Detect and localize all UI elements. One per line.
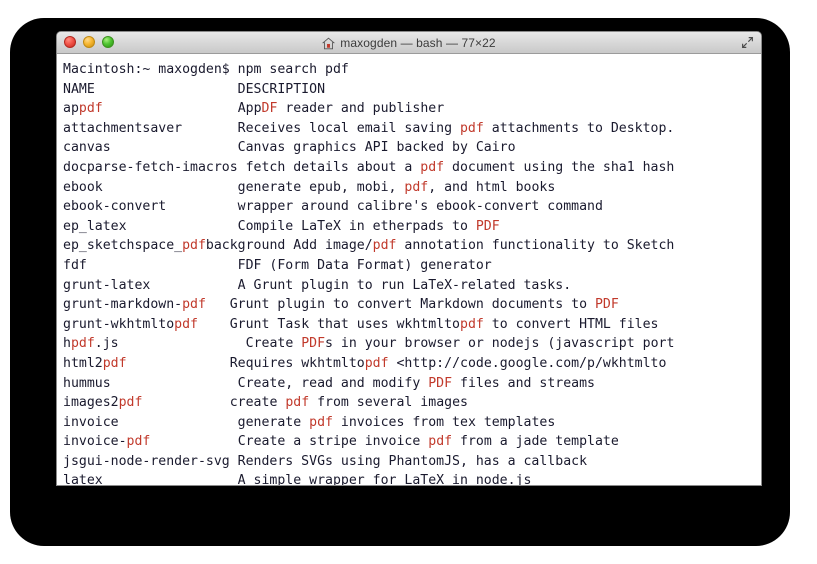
terminal-text: NAME DESCRIPTION xyxy=(63,81,326,97)
terminal-text: from several images xyxy=(309,395,468,411)
highlighted-match: PDF xyxy=(428,375,453,391)
highlighted-match: DF xyxy=(261,101,278,117)
terminal-text: invoices from tex templates xyxy=(332,414,556,430)
terminal-text: attachmentsaver Receives local email sav… xyxy=(63,120,460,136)
terminal-text: hummus Create, read and modify xyxy=(63,375,429,391)
terminal-text: background Add image/ xyxy=(205,238,373,254)
terminal-text: html2 xyxy=(63,355,103,371)
highlighted-match: pdf xyxy=(459,120,484,136)
terminal-line: ep_sketchspace_pdfbackground Add image/p… xyxy=(63,236,761,256)
terminal-line: html2pdf Requires wkhtmltopdf <http://co… xyxy=(63,354,761,374)
terminal-text: , and html books xyxy=(428,179,556,195)
terminal-text: to convert HTML files xyxy=(483,316,659,332)
terminal-line: grunt-wkhtmltopdf Grunt Task that uses w… xyxy=(63,315,761,335)
highlighted-match: pdf xyxy=(102,355,127,371)
terminal-text: reader and publisher xyxy=(277,101,445,117)
terminal-text: files and streams xyxy=(452,375,595,391)
terminal-window: maxogden — bash — 77×22 Macintosh:~ maxo… xyxy=(56,31,762,486)
terminal-text: grunt-markdown- xyxy=(63,297,183,313)
terminal-text: Grunt Task that uses wkhtmlto xyxy=(197,316,460,332)
terminal-line: Macintosh:~ maxogden$ npm search pdf xyxy=(63,60,761,80)
terminal-line: jsgui-node-render-svg Renders SVGs using… xyxy=(63,452,761,472)
terminal-text: ebook-convert wrapper around calibre's e… xyxy=(63,199,603,215)
terminal-text: <http://code.google.com/p/wkhtmlto xyxy=(388,355,667,371)
terminal-text: canvas Canvas graphics API backed by Cai… xyxy=(63,140,516,156)
terminal-line: invoice-pdf Create a stripe invoice pdf … xyxy=(63,432,761,452)
highlighted-match: pdf xyxy=(182,297,206,313)
terminal-line: grunt-markdown-pdf Grunt plugin to conve… xyxy=(63,295,761,315)
highlighted-match: pdf xyxy=(309,414,333,430)
highlighted-match: PDF xyxy=(301,336,326,352)
terminal-line: attachmentsaver Receives local email sav… xyxy=(63,119,761,139)
terminal-line: ep_latex Compile LaTeX in etherpads to P… xyxy=(63,217,761,237)
terminal-line: hpdf.js Create PDFs in your browser or n… xyxy=(63,334,761,354)
fullscreen-arrows-icon[interactable] xyxy=(741,36,754,49)
terminal-line: grunt-latex A Grunt plugin to run LaTeX-… xyxy=(63,276,761,296)
highlighted-match: pdf xyxy=(420,159,445,175)
highlighted-match: pdf xyxy=(460,316,484,332)
highlighted-match: PDF xyxy=(475,218,500,234)
highlighted-match: pdf xyxy=(285,395,310,411)
terminal-text: h xyxy=(63,336,71,352)
terminal-line: canvas Canvas graphics API backed by Cai… xyxy=(63,138,761,158)
terminal-line: docparse-fetch-imacros fetch details abo… xyxy=(63,158,761,178)
terminal-line: appdf AppDF reader and publisher xyxy=(63,99,761,119)
highlighted-match: pdf xyxy=(126,434,151,450)
terminal-text: annotation functionality to Sketch xyxy=(396,238,675,254)
highlighted-match: PDF xyxy=(594,297,619,313)
highlighted-match: pdf xyxy=(428,434,453,450)
terminal-text: ap xyxy=(63,101,79,117)
window-titlebar[interactable]: maxogden — bash — 77×22 xyxy=(57,32,761,54)
window-title-area: maxogden — bash — 77×22 xyxy=(57,32,761,54)
highlighted-match: pdf xyxy=(118,395,143,411)
terminal-text: fdf FDF (Form Data Format) generator xyxy=(63,257,492,273)
terminal-output[interactable]: Macintosh:~ maxogden$ npm search pdf NAME… xyxy=(57,54,761,486)
terminal-text: latex A simple wrapper for LaTeX in node… xyxy=(63,473,532,486)
highlighted-match: pdf xyxy=(70,336,95,352)
highlighted-match: pdf xyxy=(182,238,206,254)
terminal-text: Grunt plugin to convert Markdown documen… xyxy=(205,297,595,313)
terminal-text: Requires wkhtmlto xyxy=(126,355,365,371)
highlighted-match: pdf xyxy=(404,179,429,195)
terminal-line: images2pdf create pdf from several image… xyxy=(63,393,761,413)
terminal-text: document using the sha1 hash xyxy=(444,159,675,175)
terminal-text: .js Create xyxy=(94,336,302,352)
window-title-text: maxogden — bash — 77×22 xyxy=(340,36,496,50)
terminal-text: grunt-latex A Grunt plugin to run LaTeX-… xyxy=(63,277,572,293)
terminal-line: ebook generate epub, mobi, pdf, and html… xyxy=(63,178,761,198)
highlighted-match: pdf xyxy=(372,238,397,254)
terminal-text: Macintosh:~ maxogden$ npm search pdf xyxy=(63,62,349,77)
terminal-text: Create a stripe invoice xyxy=(150,434,429,450)
house-icon xyxy=(322,37,336,50)
terminal-text: docparse-fetch-imacros fetch details abo… xyxy=(63,159,421,175)
terminal-text: App xyxy=(102,101,262,117)
terminal-line: hummus Create, read and modify PDF files… xyxy=(63,374,761,394)
highlighted-match: pdf xyxy=(174,316,198,332)
terminal-text: ep_sketchspace_ xyxy=(63,238,183,254)
terminal-text: invoice- xyxy=(63,434,127,450)
terminal-text: images2 xyxy=(63,395,119,411)
terminal-text: ep_latex Compile LaTeX in etherpads to xyxy=(63,218,476,234)
terminal-text: grunt-wkhtmlto xyxy=(63,316,175,332)
terminal-line: fdf FDF (Form Data Format) generator xyxy=(63,256,761,276)
terminal-line: invoice generate pdf invoices from tex t… xyxy=(63,413,761,433)
terminal-line: NAME DESCRIPTION xyxy=(63,80,761,100)
terminal-text: invoice generate xyxy=(63,414,310,430)
terminal-text: s in your browser or nodejs (javascript … xyxy=(325,336,675,352)
terminal-text: jsgui-node-render-svg Renders SVGs using… xyxy=(63,453,588,469)
terminal-text: from a jade template xyxy=(452,434,619,450)
terminal-line: latex A simple wrapper for LaTeX in node… xyxy=(63,471,761,486)
highlighted-match: pdf xyxy=(78,101,103,117)
terminal-line: ebook-convert wrapper around calibre's e… xyxy=(63,197,761,217)
terminal-text: attachments to Desktop. xyxy=(483,120,675,136)
terminal-text: ebook generate epub, mobi, xyxy=(63,179,405,195)
highlighted-match: pdf xyxy=(364,355,389,371)
terminal-text: create xyxy=(142,395,286,411)
